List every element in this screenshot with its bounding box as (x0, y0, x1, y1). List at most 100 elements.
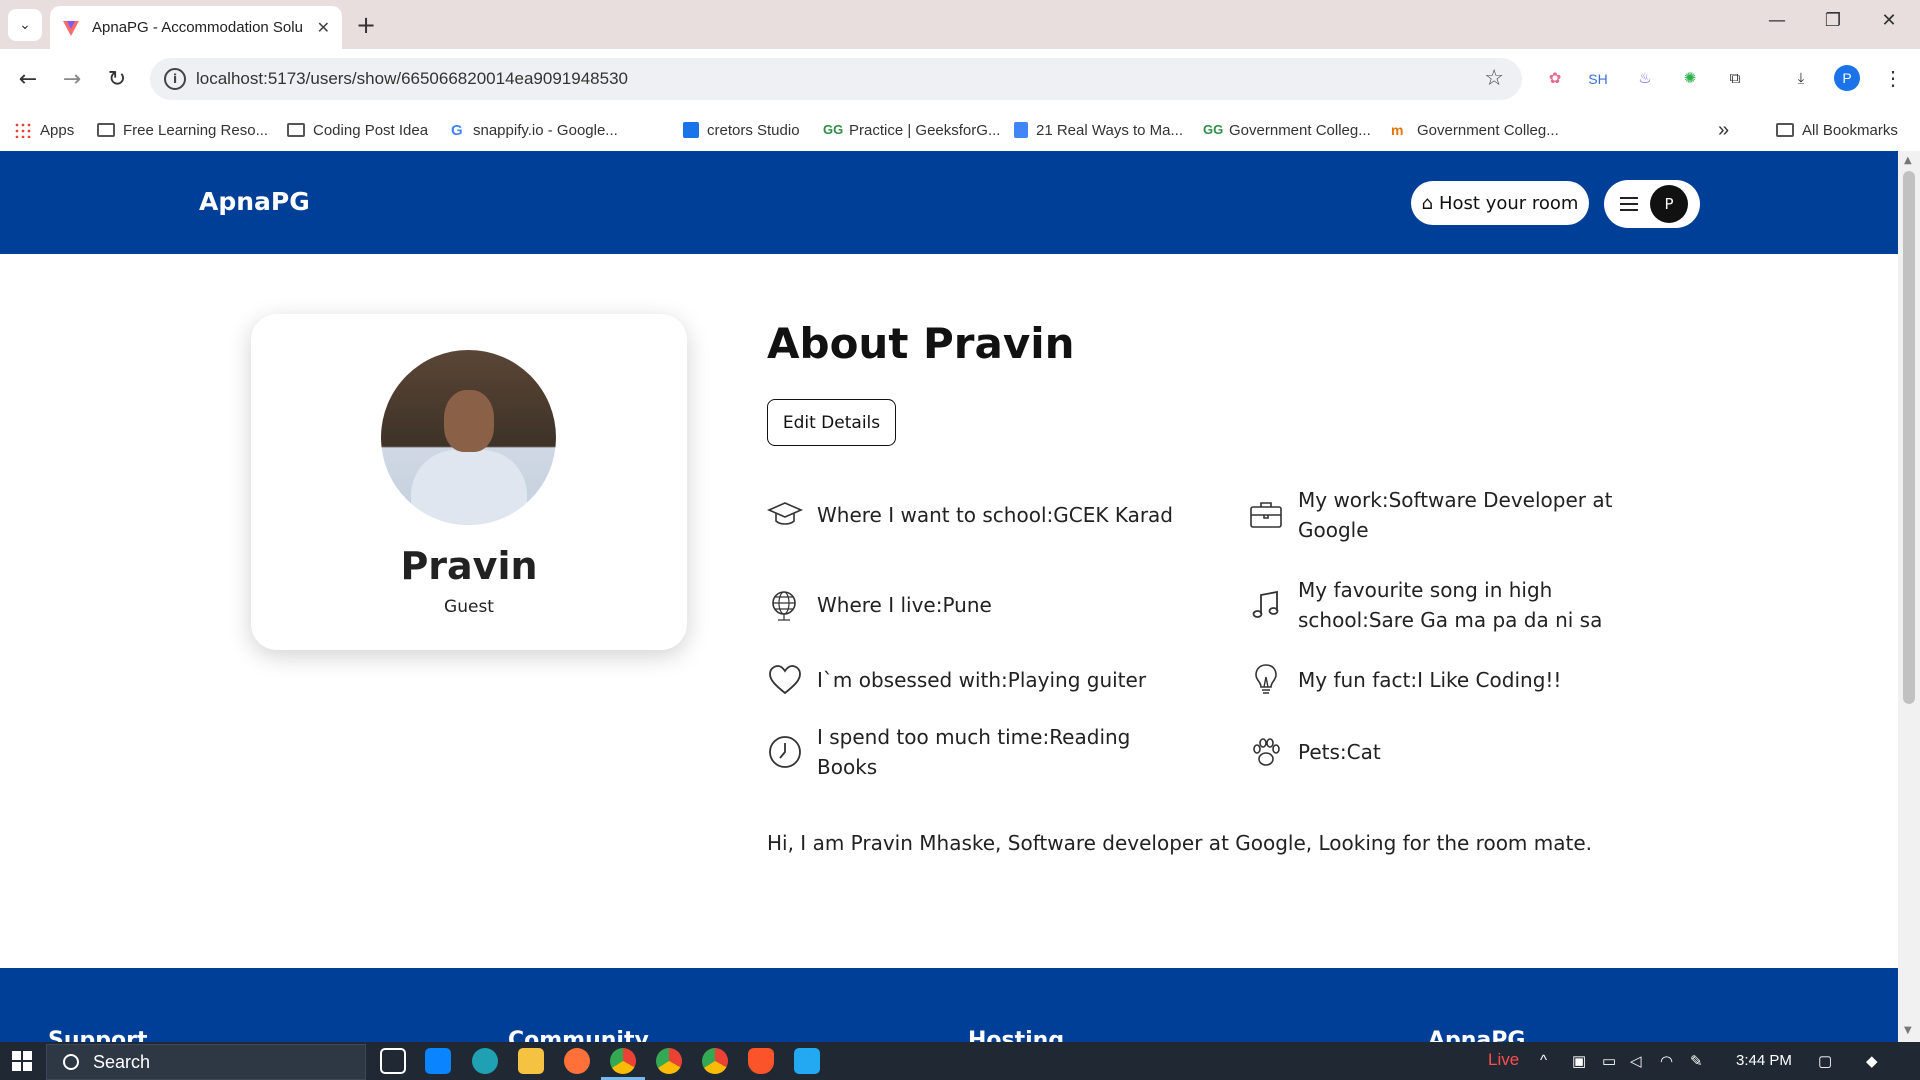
clock-time[interactable]: 3:44 PM (1736, 1052, 1792, 1069)
mail-app-icon[interactable] (425, 1048, 451, 1074)
bookmark-cretors-studio[interactable]: cretors Studio (683, 116, 800, 144)
user-menu-button[interactable]: P (1604, 180, 1700, 228)
vscode-app-icon[interactable] (794, 1048, 820, 1074)
taskbar-search-box[interactable]: Search (46, 1044, 366, 1080)
more-menu-icon[interactable]: ⋮ (1880, 66, 1906, 92)
footer-heading-support: Support (48, 1028, 148, 1042)
forward-button[interactable]: → (56, 64, 88, 96)
fact-song: My favourite song in high school:Sare Ga… (1248, 575, 1628, 635)
copilot-icon[interactable]: ◆ (1866, 1052, 1878, 1070)
folder-icon (97, 123, 115, 137)
graduation-cap-icon (767, 502, 803, 525)
bookmark-free-learning[interactable]: Free Learning Reso... (97, 116, 268, 144)
bookmark-apps[interactable]: Apps (14, 116, 74, 144)
bookmark-government-college-2[interactable]: m Government Colleg... (1391, 116, 1559, 144)
all-bookmarks-label: All Bookmarks (1802, 121, 1898, 139)
fact-pets: Pets:Cat (1248, 722, 1628, 782)
browser-tab[interactable]: ApnaPG - Accommodation Solu ✕ (50, 6, 342, 49)
site-info-icon[interactable]: i (164, 68, 186, 90)
tab-close-icon[interactable]: ✕ (317, 18, 330, 37)
bookmark-star-icon[interactable]: ☆ (1484, 66, 1504, 91)
battery-icon[interactable]: ▭ (1602, 1052, 1616, 1070)
chrome-app-icon[interactable] (610, 1048, 636, 1074)
profile-photo-face (444, 390, 494, 452)
wifi-icon[interactable]: ◠ (1660, 1052, 1673, 1070)
lightbulb-icon (1255, 664, 1277, 694)
bookmark-label: 21 Real Ways to Ma... (1036, 121, 1183, 139)
pen-icon[interactable]: ✎ (1690, 1052, 1703, 1070)
all-bookmarks-button[interactable]: All Bookmarks (1776, 116, 1898, 144)
scroll-down-icon[interactable]: ▼ (1904, 1025, 1912, 1036)
windows-start-button[interactable] (12, 1051, 32, 1071)
music-note-icon (1252, 590, 1279, 618)
bookmark-coding-post[interactable]: Coding Post Idea (287, 116, 428, 144)
folder-icon (1776, 123, 1794, 137)
edit-details-button[interactable]: Edit Details (767, 399, 896, 446)
taskbar: Search Live ^ ▣ ▭ ◁ ◠ ✎ 3:44 PM ▢ ◆ (0, 1042, 1920, 1080)
volume-icon[interactable]: ◁ (1630, 1052, 1642, 1070)
chevron-down-icon: ⌄ (19, 17, 31, 33)
address-bar[interactable]: i localhost:5173/users/show/665066820014… (150, 58, 1522, 100)
bookmark-label: snappify.io - Google... (473, 121, 618, 139)
color-wheel-extension-icon[interactable]: ✺ (1677, 66, 1703, 92)
briefcase-icon (1250, 502, 1282, 528)
scroll-up-icon[interactable]: ▲ (1904, 155, 1912, 166)
bookmark-label: Government Colleg... (1229, 121, 1371, 139)
lotus-extension-icon[interactable]: ✿ (1542, 66, 1568, 92)
edge-app-icon[interactable] (472, 1048, 498, 1074)
task-view-icon[interactable] (380, 1048, 406, 1074)
puzzle-extensions-icon[interactable]: ⧉ (1722, 66, 1748, 92)
restore-button[interactable]: ❐ (1818, 10, 1848, 31)
web-page: ApnaPG ⌂ Host your room P Pravin Guest A… (0, 151, 1898, 1042)
fact-text: My favourite song in high school:Sare Ga… (1298, 578, 1603, 632)
bookmarks-overflow-button[interactable]: » (1718, 116, 1729, 144)
footer-heading-hosting: Hosting (968, 1028, 1065, 1042)
brave-app-icon[interactable] (748, 1048, 774, 1074)
tab-search-button[interactable]: ⌄ (8, 9, 42, 41)
footer-heading-apnapg: ApnaPG (1428, 1028, 1526, 1042)
host-your-room-button[interactable]: ⌂ Host your room (1411, 181, 1589, 225)
fact-live: Where I live:Pune (767, 575, 1147, 635)
minimize-button[interactable]: — (1762, 10, 1792, 31)
window-close-button[interactable]: ✕ (1874, 10, 1904, 31)
scrollbar-thumb[interactable] (1903, 171, 1915, 704)
bookmark-label: Free Learning Reso... (123, 121, 269, 139)
new-tab-button[interactable]: + (352, 12, 380, 40)
fact-text: My fun fact:I Like Coding!! (1298, 668, 1562, 692)
bookmark-geeksforgeeks[interactable]: GG Practice | GeeksforG... (823, 116, 1000, 144)
chrome-app-icon-3[interactable] (702, 1048, 728, 1074)
sh-extension-icon[interactable]: SH (1585, 66, 1611, 92)
firefox-app-icon[interactable] (564, 1048, 590, 1074)
live-label[interactable]: Live (1488, 1050, 1519, 1070)
file-explorer-icon[interactable] (518, 1048, 544, 1074)
site-logo[interactable]: ApnaPG (199, 187, 310, 216)
chrome-app-icon-2[interactable] (656, 1048, 682, 1074)
taskbar-search-label: Search (93, 1051, 151, 1072)
fact-text: I spend too much time:Reading Books (817, 725, 1131, 779)
bookmark-government-college-1[interactable]: GG Government Colleg... (1203, 116, 1371, 144)
bookmark-snappify[interactable]: G snappify.io - Google... (451, 116, 618, 144)
fact-fun: My fun fact:I Like Coding!! (1248, 655, 1678, 705)
reload-button[interactable]: ↻ (101, 64, 133, 96)
page-scrollbar[interactable]: ▲ ▼ (1898, 151, 1920, 1042)
bookmark-21-real-ways[interactable]: 21 Real Ways to Ma... (1014, 116, 1183, 144)
back-button[interactable]: ← (12, 64, 44, 96)
arrow-left-icon: ← (18, 67, 38, 92)
gfg-icon: GG (1203, 122, 1224, 137)
url-text[interactable]: localhost:5173/users/show/665066820014ea… (196, 69, 628, 89)
fact-school: Where I want to school:GCEK Karad (767, 485, 1197, 545)
google-icon: G (451, 122, 463, 139)
browser-profile-avatar[interactable]: P (1834, 65, 1860, 91)
notifications-icon[interactable]: ▢ (1818, 1052, 1832, 1070)
fact-text: My work:Software Developer at Google (1298, 488, 1613, 542)
profile-photo-shirt (411, 450, 527, 525)
page-title: About Pravin (767, 319, 1075, 368)
heart-icon (769, 665, 801, 695)
profile-card: Pravin Guest (251, 314, 687, 650)
tray-chevron-icon[interactable]: ^ (1540, 1052, 1547, 1069)
download-icon[interactable]: ⤓ (1788, 66, 1814, 92)
bookmark-label: Coding Post Idea (313, 121, 429, 139)
fact-time: I spend too much time:Reading Books (767, 722, 1147, 782)
flame-extension-icon[interactable]: ♨ (1632, 66, 1658, 92)
meet-icon[interactable]: ▣ (1572, 1052, 1586, 1070)
